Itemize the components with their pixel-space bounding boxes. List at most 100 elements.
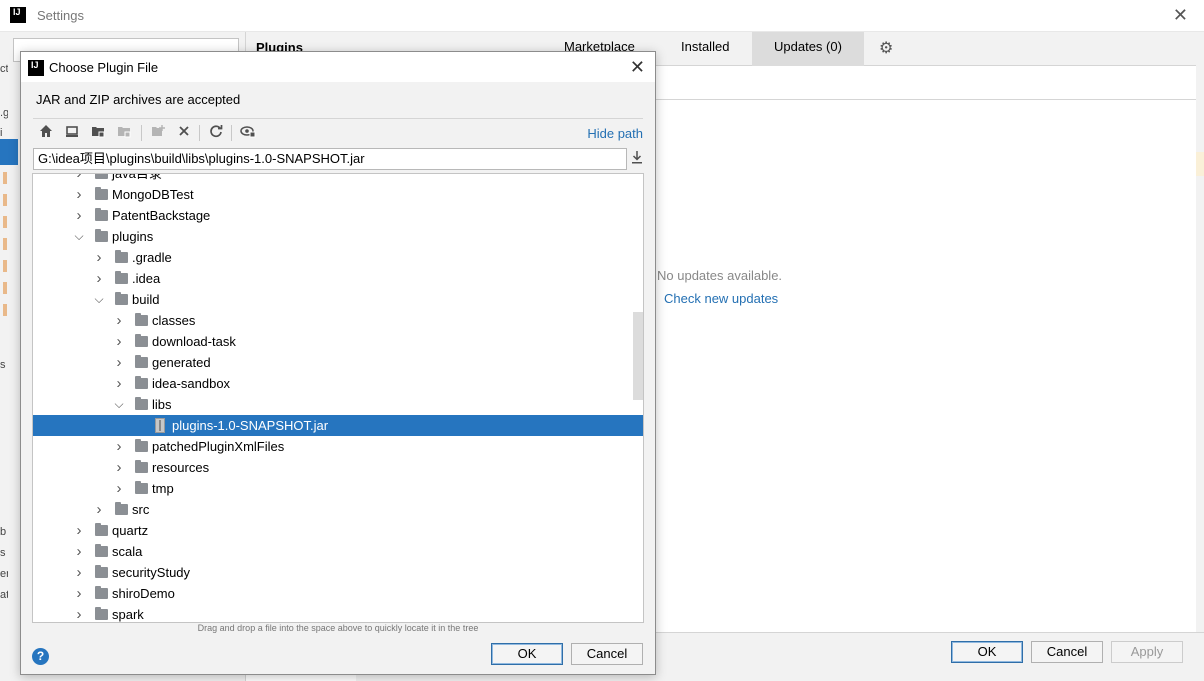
tree-item-label: quartz [112,523,149,538]
module-folder-icon[interactable] [115,124,133,142]
tree-item-folder[interactable]: › java目录 [33,173,643,184]
sidebar-item[interactable]: s [0,546,8,560]
show-hidden-icon[interactable] [239,124,257,142]
sidebar-marker [3,282,7,294]
ok-button[interactable]: OK [491,643,563,665]
chevron-down-icon[interactable]: ⌵ [113,394,125,415]
toolbar-separator [141,125,142,141]
sidebar-marker [3,216,7,228]
tree-item-folder[interactable]: › .gradle [33,247,643,268]
chevron-down-icon[interactable]: ⌵ [93,289,105,310]
tree-item-folder[interactable]: ⌵ plugins [33,226,643,247]
folder-icon [95,229,108,242]
tree-item-folder[interactable]: › MongoDBTest [33,184,643,205]
home-icon[interactable] [37,124,55,142]
chevron-right-icon[interactable]: › [73,174,85,184]
scrollbar[interactable] [1196,32,1204,632]
chevron-right-icon[interactable]: › [93,499,105,520]
chevron-right-icon[interactable]: › [113,457,125,478]
tree-scrollbar[interactable] [633,312,643,400]
settings-apply-button[interactable]: Apply [1111,641,1183,663]
tree-item-folder[interactable]: ⌵ build [33,289,643,310]
chevron-right-icon[interactable]: › [113,373,125,394]
tree-item-folder[interactable]: ⌵ libs [33,394,643,415]
chevron-right-icon[interactable]: › [73,562,85,583]
sidebar-item[interactable]: at [0,588,8,602]
desktop-icon[interactable] [63,124,81,142]
check-new-updates-link[interactable]: Check new updates [664,291,778,306]
tab-updates[interactable]: Updates (0) [752,32,864,66]
chevron-right-icon[interactable]: › [113,331,125,352]
tree-item-label: libs [152,397,172,412]
chevron-right-icon[interactable]: › [73,520,85,541]
tab-installed[interactable]: Installed [659,32,751,66]
chevron-down-icon[interactable]: ⌵ [73,226,85,247]
divider [33,118,643,119]
project-folder-icon[interactable] [89,124,107,142]
sidebar-marker [3,260,7,272]
toolbar-separator [231,125,232,141]
sidebar-marker [3,238,7,250]
tree-item-folder[interactable]: › idea-sandbox [33,373,643,394]
cancel-button[interactable]: Cancel [571,643,643,665]
toolbar-separator [199,125,200,141]
settings-ok-button[interactable]: OK [951,641,1023,663]
chevron-right-icon[interactable]: › [113,436,125,457]
sidebar-item[interactable]: b [0,525,8,539]
tree-item-folder[interactable]: › spark [33,604,643,622]
tree-item-folder[interactable]: › patchedPluginXmlFiles [33,436,643,457]
delete-icon[interactable] [175,124,193,142]
path-input[interactable]: G:\idea项目\plugins\build\libs\plugins-1.0… [33,148,627,170]
chevron-right-icon[interactable]: › [113,352,125,373]
tree-item-label: .idea [132,271,161,286]
tree-item-folder[interactable]: › scala [33,541,643,562]
tree-item-label: java目录 [112,173,162,181]
tree-item-folder[interactable]: › download-task [33,331,643,352]
close-icon[interactable]: ✕ [630,57,645,78]
folder-icon [135,439,148,452]
folder-icon [115,502,128,515]
tree-item-folder[interactable]: › shiroDemo [33,583,643,604]
new-folder-icon[interactable] [149,124,167,142]
sidebar-item[interactable]: er [0,567,8,581]
chevron-right-icon[interactable]: › [93,247,105,268]
hide-path-link[interactable]: Hide path [587,126,643,141]
chevron-right-icon[interactable]: › [93,268,105,289]
download-icon[interactable] [629,150,645,168]
folder-icon [135,355,148,368]
tree-item-label: src [132,502,150,517]
sidebar-item-selected[interactable] [0,139,18,165]
tree-item-label: build [132,292,160,307]
tree-item-label: resources [152,460,210,475]
sidebar-item[interactable]: i [0,126,8,140]
chevron-right-icon[interactable]: › [113,478,125,499]
tree-item-folder[interactable]: › .idea [33,268,643,289]
tree-item-folder[interactable]: › tmp [33,478,643,499]
chevron-right-icon[interactable]: › [73,541,85,562]
chevron-right-icon[interactable]: › [73,205,85,226]
tree-item-file[interactable]: plugins-1.0-SNAPSHOT.jar [33,415,643,436]
chevron-right-icon[interactable]: › [73,184,85,205]
gear-icon[interactable]: ⚙ [879,38,893,58]
jar-file-icon [155,418,165,433]
sidebar-item[interactable]: ct [0,62,8,76]
sidebar-item[interactable]: .g [0,106,8,120]
chevron-right-icon[interactable]: › [73,583,85,604]
tree-item-folder[interactable]: › src [33,499,643,520]
sidebar-item[interactable]: s [0,358,8,372]
tree-item-label: generated [152,355,211,370]
chevron-right-icon[interactable]: › [113,310,125,331]
tree-item-folder[interactable]: › PatentBackstage [33,205,643,226]
settings-cancel-button[interactable]: Cancel [1031,641,1103,663]
tree-item-folder[interactable]: › resources [33,457,643,478]
file-tree[interactable]: › spark › shiroDemo › securityStudy › scala › qua… [32,173,644,623]
chevron-right-icon[interactable]: › [73,604,85,622]
tree-item-folder[interactable]: › generated [33,352,643,373]
tree-item-folder[interactable]: › classes [33,310,643,331]
refresh-icon[interactable] [207,124,225,142]
tree-item-label: spark [112,607,144,622]
tree-item-folder[interactable]: › quartz [33,520,643,541]
tree-item-folder[interactable]: › securityStudy [33,562,643,583]
close-icon[interactable]: ✕ [1173,5,1188,26]
help-icon[interactable]: ? [32,648,49,665]
